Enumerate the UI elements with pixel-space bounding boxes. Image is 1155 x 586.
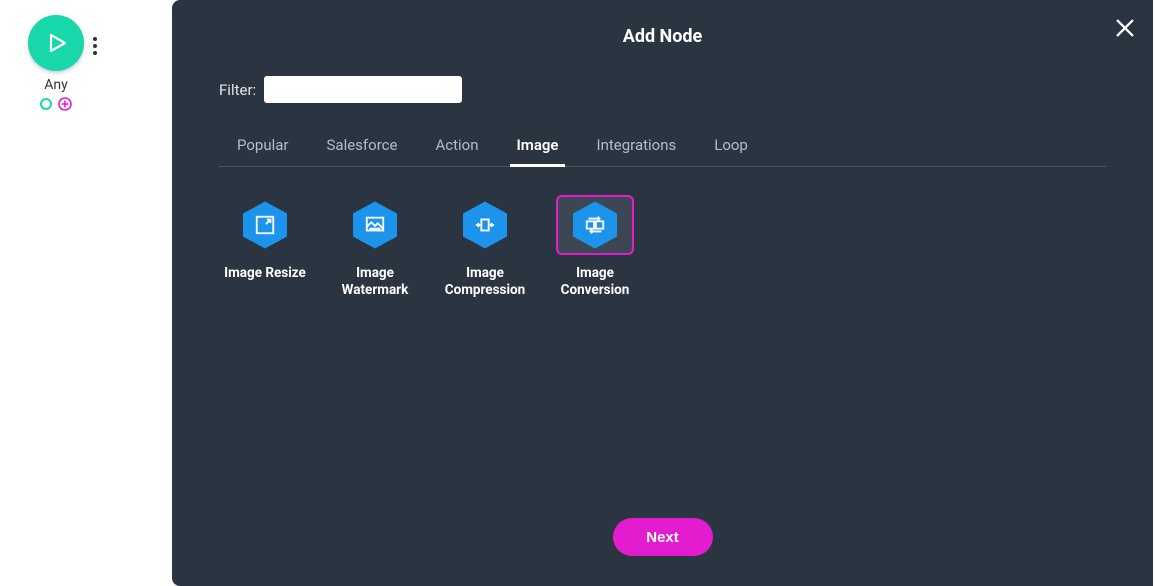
option-label: Image Resize	[224, 265, 306, 282]
option-label: Image Watermark	[329, 265, 421, 299]
watermark-icon	[350, 200, 400, 250]
option-image-compression[interactable]: Image Compression	[439, 195, 531, 299]
compression-icon	[460, 200, 510, 250]
option-image-conversion[interactable]: Image Conversion	[549, 195, 641, 299]
option-label: Image Compression	[439, 265, 531, 299]
add-port-icon[interactable]	[58, 97, 72, 111]
conversion-icon	[570, 200, 620, 250]
start-node-label: Any	[44, 77, 68, 93]
node-menu-button[interactable]	[86, 32, 104, 60]
play-icon	[28, 15, 84, 71]
next-button[interactable]: Next	[613, 518, 713, 556]
modal-title: Add Node	[172, 0, 1153, 47]
add-node-modal: Add Node Filter: Popular Salesforce Acti…	[172, 0, 1153, 586]
tab-integrations[interactable]: Integrations	[597, 128, 677, 166]
tab-action[interactable]: Action	[435, 128, 478, 166]
filter-row: Filter:	[219, 76, 462, 103]
tab-salesforce[interactable]: Salesforce	[327, 128, 398, 166]
option-grid: Image Resize Image Watermark Image Compr…	[219, 195, 641, 299]
canvas-area: Any	[0, 0, 170, 586]
resize-icon	[240, 200, 290, 250]
option-label: Image Conversion	[549, 265, 641, 299]
close-button[interactable]	[1111, 14, 1139, 42]
option-image-resize[interactable]: Image Resize	[219, 195, 311, 299]
tab-loop[interactable]: Loop	[714, 128, 748, 166]
filter-input[interactable]	[264, 76, 462, 103]
tab-bar: Popular Salesforce Action Image Integrat…	[219, 128, 1106, 167]
option-image-watermark[interactable]: Image Watermark	[329, 195, 421, 299]
filter-label: Filter:	[219, 81, 256, 99]
start-node[interactable]: Any	[16, 15, 96, 111]
output-port-icon[interactable]	[40, 98, 52, 110]
tab-popular[interactable]: Popular	[237, 128, 289, 166]
node-ports	[40, 97, 72, 111]
tab-image[interactable]: Image	[516, 128, 558, 166]
